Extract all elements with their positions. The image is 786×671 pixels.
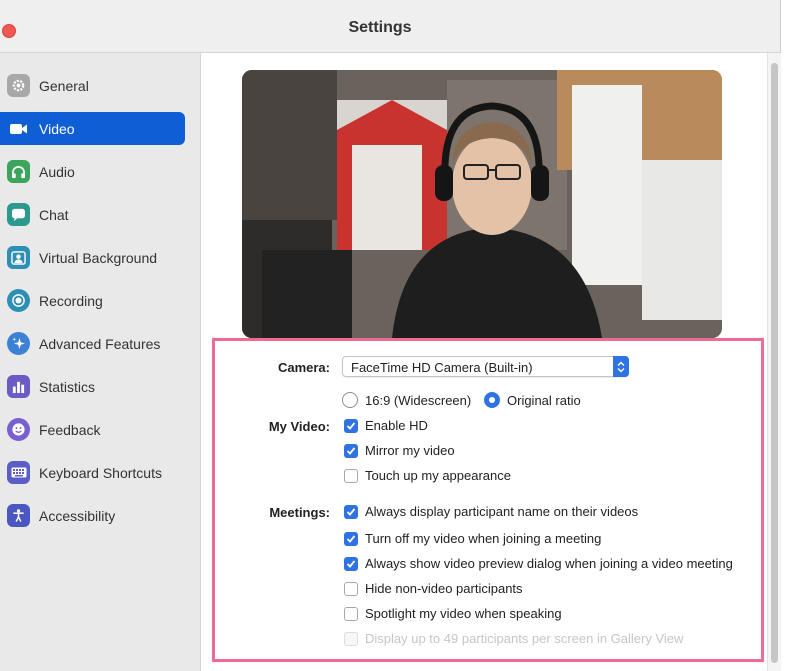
camera-label: Camera: xyxy=(277,360,330,375)
ratio-widescreen-option[interactable]: 16:9 (Widescreen) xyxy=(342,392,471,408)
sidebar-item-recording[interactable]: Recording xyxy=(0,284,185,317)
touch-up-checkbox[interactable] xyxy=(344,468,358,483)
mirror-video-option[interactable]: Mirror my video xyxy=(344,443,455,458)
sidebar-item-label: General xyxy=(39,78,89,94)
sidebar-item-chat[interactable]: Chat xyxy=(0,198,185,231)
enable-hd-option[interactable]: Enable HD xyxy=(344,418,428,433)
camera-select-value: FaceTime HD Camera (Built-in) xyxy=(351,360,533,375)
gallery-49-option: Display up to 49 participants per screen… xyxy=(344,631,683,646)
sidebar-item-label: Accessibility xyxy=(39,508,116,524)
hide-non-video-option[interactable]: Hide non-video participants xyxy=(344,581,523,596)
headphones-icon xyxy=(7,160,30,183)
camera-select[interactable]: FaceTime HD Camera (Built-in) xyxy=(342,356,629,377)
ratio-widescreen-radio[interactable] xyxy=(342,392,358,408)
spotlight-label: Spotlight my video when speaking xyxy=(365,606,562,621)
sidebar-item-advanced-features[interactable]: Advanced Features xyxy=(0,327,185,360)
gallery-49-label: Display up to 49 participants per screen… xyxy=(365,631,684,646)
ratio-original-radio[interactable] xyxy=(484,392,500,408)
display-names-checkbox[interactable] xyxy=(344,504,358,519)
hide-non-video-label: Hide non-video participants xyxy=(365,581,523,596)
bar-chart-icon xyxy=(7,375,30,398)
sidebar-item-feedback[interactable]: Feedback xyxy=(0,413,185,446)
sidebar-item-label: Feedback xyxy=(39,422,101,438)
sidebar-item-label: Statistics xyxy=(39,379,96,395)
settings-sidebar: General Video Audio Chat Virtual Backgro… xyxy=(0,53,201,671)
meetings-label: Meetings: xyxy=(269,505,330,520)
sidebar-item-label: Chat xyxy=(39,207,69,223)
sidebar-item-label: Video xyxy=(39,121,75,137)
enable-hd-checkbox[interactable] xyxy=(344,418,358,433)
select-arrows-icon xyxy=(613,356,629,377)
ratio-original-option[interactable]: Original ratio xyxy=(484,392,581,408)
sidebar-item-label: Virtual Background xyxy=(39,250,158,266)
person-background-icon xyxy=(7,246,30,269)
sparkles-icon xyxy=(7,332,30,355)
sidebar-item-statistics[interactable]: Statistics xyxy=(0,370,185,403)
spotlight-checkbox[interactable] xyxy=(344,606,358,621)
my-video-label: My Video: xyxy=(268,419,330,434)
window-title: Settings xyxy=(348,19,412,36)
sidebar-item-audio[interactable]: Audio xyxy=(0,155,185,188)
spotlight-option[interactable]: Spotlight my video when speaking xyxy=(344,606,562,621)
sidebar-item-general[interactable]: General xyxy=(0,69,185,102)
show-preview-label: Always show video preview dialog when jo… xyxy=(365,556,733,571)
title-bar: Settings xyxy=(0,0,780,53)
enable-hd-label: Enable HD xyxy=(365,418,428,433)
turn-off-video-checkbox[interactable] xyxy=(344,531,358,546)
record-icon xyxy=(7,289,30,312)
sidebar-item-label: Advanced Features xyxy=(39,336,161,352)
sidebar-item-label: Recording xyxy=(39,293,103,309)
video-camera-icon xyxy=(7,117,30,140)
accessibility-icon xyxy=(7,504,30,527)
sidebar-item-video[interactable]: Video xyxy=(0,112,185,145)
display-names-option[interactable]: Always display participant name on their… xyxy=(344,504,638,519)
turn-off-video-label: Turn off my video when joining a meeting xyxy=(365,531,602,546)
touch-up-label: Touch up my appearance xyxy=(365,468,511,483)
display-names-label: Always display participant name on their… xyxy=(365,504,639,519)
sidebar-item-keyboard-shortcuts[interactable]: Keyboard Shortcuts xyxy=(0,456,185,489)
gallery-49-checkbox xyxy=(344,631,358,646)
hide-non-video-checkbox[interactable] xyxy=(344,581,358,596)
turn-off-video-option[interactable]: Turn off my video when joining a meeting xyxy=(344,531,601,546)
mirror-video-label: Mirror my video xyxy=(365,443,455,458)
show-preview-option[interactable]: Always show video preview dialog when jo… xyxy=(344,556,733,571)
scrollbar-thumb[interactable] xyxy=(771,63,778,663)
ratio-original-label: Original ratio xyxy=(507,392,581,408)
gear-icon xyxy=(7,74,30,97)
sidebar-item-virtual-background[interactable]: Virtual Background xyxy=(0,241,185,274)
mirror-video-checkbox[interactable] xyxy=(344,443,358,458)
show-preview-checkbox[interactable] xyxy=(344,556,358,571)
sidebar-item-accessibility[interactable]: Accessibility xyxy=(0,499,185,532)
camera-preview xyxy=(242,70,722,338)
smiley-icon xyxy=(7,418,30,441)
vertical-scrollbar[interactable] xyxy=(767,53,781,671)
ratio-widescreen-label: 16:9 (Widescreen) xyxy=(365,392,472,408)
sidebar-item-label: Keyboard Shortcuts xyxy=(39,465,162,481)
sidebar-item-label: Audio xyxy=(39,164,75,180)
chat-bubble-icon xyxy=(7,203,30,226)
keyboard-icon xyxy=(7,461,30,484)
touch-up-option[interactable]: Touch up my appearance xyxy=(344,468,511,483)
